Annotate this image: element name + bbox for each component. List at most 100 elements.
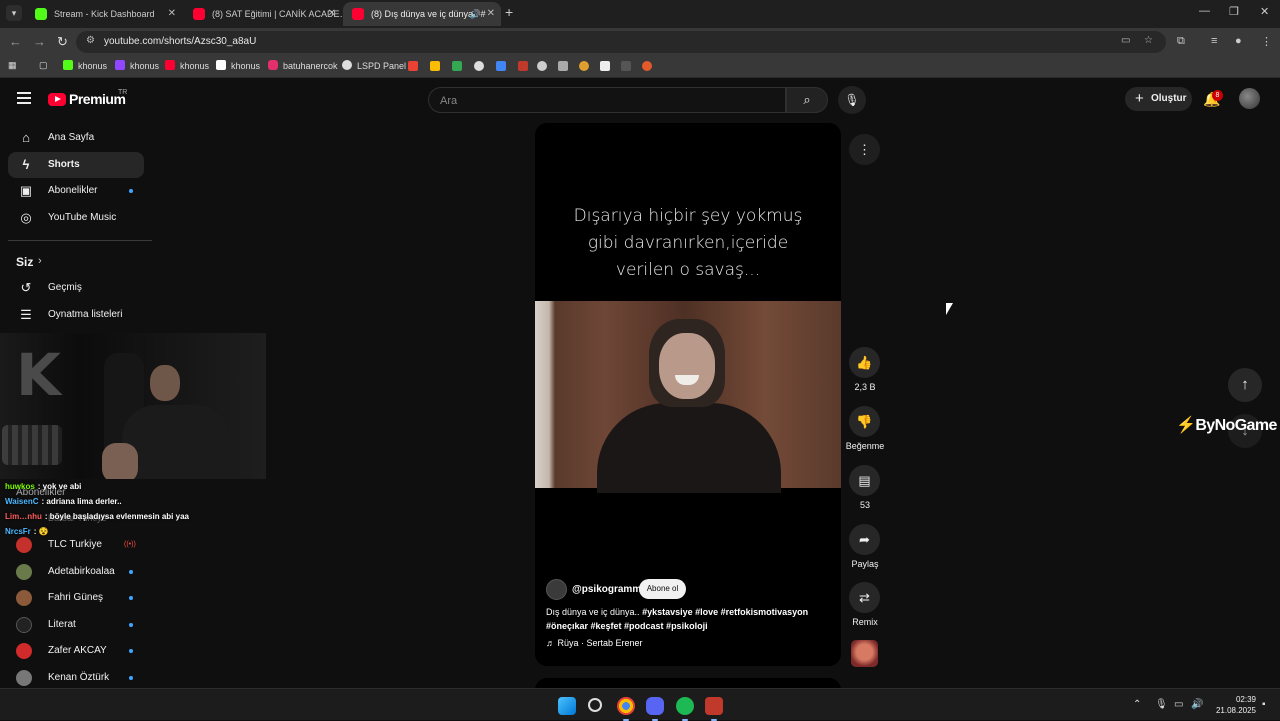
speaker-icon[interactable]: 🔊 — [470, 2, 481, 26]
remix-button[interactable]: ⇄ — [849, 582, 880, 613]
tab-search-icon[interactable]: ▾ — [6, 5, 22, 21]
system-clock[interactable]: 02:39 21.08.2025 — [1210, 694, 1256, 716]
folder-icon[interactable]: ▢ — [39, 60, 48, 71]
sidebar-item-subscriptions[interactable]: ▣ Abonelikler — [8, 178, 144, 204]
gmail-icon[interactable] — [430, 61, 440, 71]
chevron-right-icon[interactable]: › — [38, 255, 42, 267]
share-button[interactable]: ➦ — [849, 524, 880, 555]
network-icon[interactable]: ▭ — [1174, 699, 1183, 710]
video-caption: Dışarıya hiçbir şey yokmuş gibi davranır… — [573, 206, 803, 280]
music-link[interactable]: ♬ Rüya · Sertab Erener — [546, 638, 643, 648]
sidebar-item-home[interactable]: ⌂ Ana Sayfa — [8, 125, 144, 151]
bookmark-icon[interactable] — [518, 61, 528, 71]
volume-icon[interactable]: 🔊 — [1191, 699, 1203, 710]
tab-kick-dashboard[interactable]: Stream - Kick Dashboard ✕ — [26, 2, 182, 26]
microphone-icon[interactable]: 🎙 — [1155, 699, 1168, 710]
account-avatar[interactable] — [1239, 88, 1260, 109]
chat-message: huwkos: yok ve abi — [5, 482, 82, 491]
chrome-icon[interactable] — [617, 697, 635, 721]
sidebar-channel-zafer-akcay[interactable]: Zafer AKCAY — [8, 638, 144, 664]
globe-icon[interactable] — [537, 61, 547, 71]
gmail-icon[interactable] — [408, 61, 418, 71]
you-section-title[interactable]: Siz — [16, 255, 33, 269]
close-icon[interactable]: ✕ — [487, 2, 495, 26]
reading-list-icon[interactable]: ≡ — [1211, 35, 1217, 47]
sidebar-item-label: Adetabirkoalaa — [48, 566, 115, 577]
tab-current-short[interactable]: (8) Dış dünya ve iç dünya.. # 🔊 ✕ — [343, 2, 501, 26]
bookmark-icon[interactable] — [474, 61, 484, 71]
spotify-icon[interactable] — [676, 697, 694, 721]
previous-short-button[interactable]: ↑ — [1228, 368, 1262, 402]
notification-badge: 8 — [1212, 90, 1223, 101]
bookmark-icon[interactable] — [496, 61, 506, 71]
voice-search-button[interactable]: 🎙 — [838, 86, 866, 114]
profile-icon[interactable]: ● — [1235, 35, 1242, 47]
bookmark-khonus-twitch[interactable]: khonus — [115, 60, 159, 71]
search-icon: ⌕ — [803, 92, 811, 107]
channel-name-link[interactable]: @psikogramm — [572, 584, 641, 595]
bookmark-batuhanercok[interactable]: batuhanercok — [268, 60, 338, 71]
sidebar-channel-literat[interactable]: Literat — [8, 612, 144, 638]
discord-icon[interactable] — [646, 697, 664, 721]
search-button[interactable]: ⌕ — [786, 87, 828, 113]
close-icon[interactable]: ✕ — [168, 2, 176, 26]
bookmark-icon[interactable] — [642, 61, 652, 71]
gmail-icon[interactable] — [452, 61, 462, 71]
channel-avatar[interactable] — [546, 579, 567, 600]
obs-icon[interactable] — [705, 697, 723, 721]
sidebar-item-playlists[interactable]: ☰ Oynatma listeleri — [8, 302, 144, 328]
more-options-button[interactable]: ⋮ — [849, 134, 880, 165]
sidebar-item-youtube-music[interactable]: ◎ YouTube Music — [8, 205, 144, 231]
bookmark-icon[interactable] — [621, 61, 631, 71]
mouse-cursor-icon — [946, 303, 953, 315]
minimize-icon[interactable]: — — [1199, 5, 1210, 17]
youtube-premium-logo[interactable]: Premium — [69, 91, 126, 107]
search-input[interactable]: Ara — [428, 87, 786, 113]
window-close-icon[interactable]: ✕ — [1260, 5, 1269, 18]
menu-dots-icon[interactable]: ⋮ — [1261, 35, 1272, 48]
youtube-logo-icon[interactable] — [48, 93, 66, 106]
site-info-icon[interactable]: ⚙ — [86, 35, 95, 46]
restore-icon[interactable]: ❐ — [1229, 5, 1239, 18]
shorts-player[interactable]: Dışarıya hiçbir şey yokmuş gibi davranır… — [535, 123, 841, 666]
bookmark-khonus-youtube[interactable]: khonus — [165, 60, 209, 71]
sidebar-channel-fahri-gunes[interactable]: Fahri Güneş — [8, 585, 144, 611]
hamburger-menu-icon[interactable] — [17, 92, 31, 104]
create-button[interactable]: + Oluştur — [1125, 87, 1192, 111]
bookmark-icon[interactable] — [600, 61, 610, 71]
tab-sat-egitimi[interactable]: (8) SAT Eğitimi | CANİK ACADE… ✕ — [184, 2, 342, 26]
bookmark-icon[interactable] — [579, 61, 589, 71]
forward-icon[interactable]: → — [33, 34, 46, 49]
extensions-icon[interactable]: ⧉ — [1177, 35, 1185, 48]
sidebar-item-label: Oynatma listeleri — [48, 309, 123, 320]
cast-icon[interactable]: ▭ — [1121, 35, 1130, 46]
video-description[interactable]: Dış dünya ve iç dünya.. #ykstavsiye #lov… — [546, 605, 832, 633]
dislike-button[interactable]: 👎 — [849, 406, 880, 437]
back-icon[interactable]: ← — [9, 34, 22, 49]
close-icon[interactable]: ✕ — [328, 2, 336, 26]
sidebar-item-shorts[interactable]: ϟ Shorts — [8, 152, 144, 178]
sound-thumbnail[interactable] — [851, 640, 878, 667]
bookmark-lspd-panel[interactable]: LSPD Panel — [342, 60, 406, 71]
like-button[interactable]: 👍 — [849, 347, 880, 378]
clock-date: 21.08.2025 — [1215, 706, 1256, 715]
bookmark-khonus-x[interactable]: khonus — [216, 60, 260, 71]
comments-button[interactable]: ▤ — [849, 465, 880, 496]
subscribe-button[interactable]: Abone ol — [639, 579, 686, 599]
notification-center-icon[interactable]: ▪ — [1262, 699, 1266, 710]
thumbs-up-icon: 👍 — [856, 355, 873, 370]
new-tab-icon[interactable]: + — [505, 4, 513, 20]
sidebar-item-label: Geçmiş — [48, 282, 82, 293]
apps-icon[interactable]: ▦ — [8, 60, 17, 71]
sidebar-item-history[interactable]: ↺ Geçmiş — [8, 275, 144, 301]
calculator-icon[interactable] — [558, 61, 568, 71]
search-icon[interactable] — [588, 698, 602, 712]
sidebar-channel-adetabirkoalaa[interactable]: Adetabirkoalaa — [8, 559, 144, 585]
bookmark-khonus-kick[interactable]: khonus — [63, 60, 107, 71]
windows-start-icon[interactable] — [558, 697, 576, 715]
bookmark-star-icon[interactable]: ☆ — [1144, 35, 1153, 46]
url-input[interactable]: ⚙ youtube.com/shorts/Azsc30_a8aU ▭ ☆ — [76, 31, 1166, 53]
chevron-up-icon[interactable]: ⌃ — [1133, 699, 1141, 710]
reload-icon[interactable]: ↻ — [57, 34, 68, 50]
sidebar-item-label: TLC Turkiye — [48, 539, 102, 550]
